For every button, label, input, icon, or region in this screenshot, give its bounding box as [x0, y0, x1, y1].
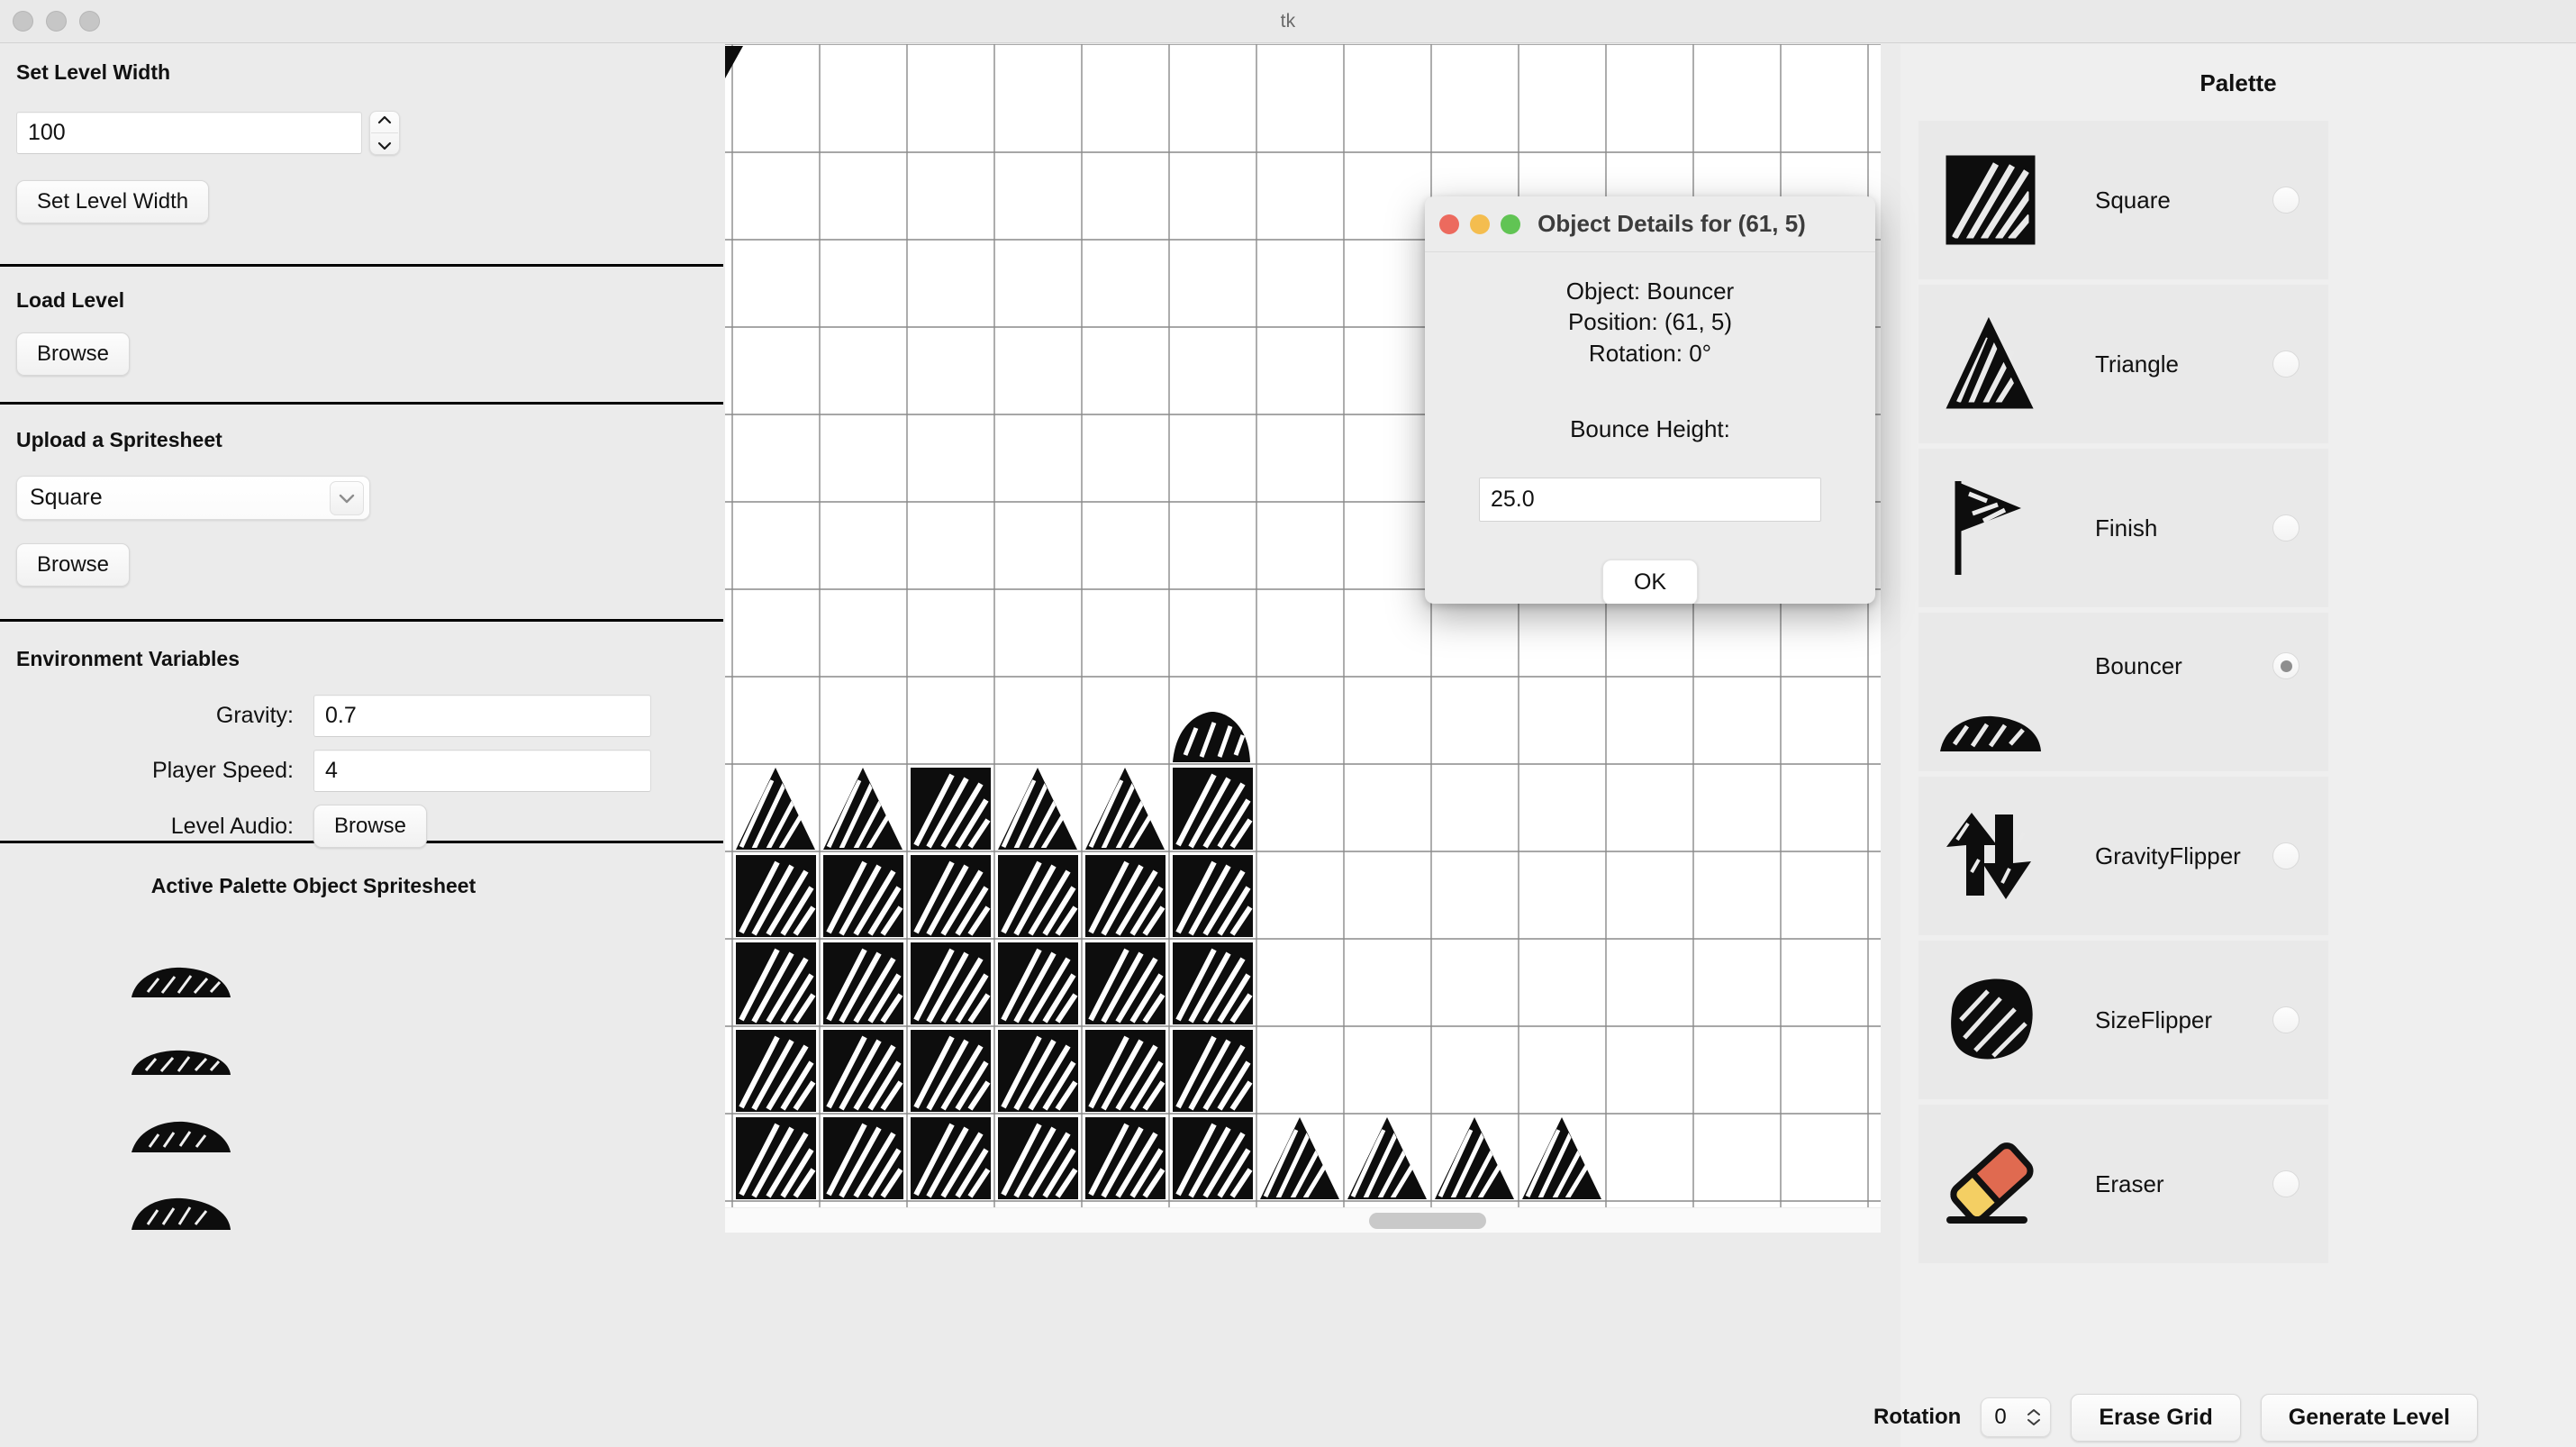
chevron-down-icon[interactable] [330, 481, 364, 515]
palette-item-eraser[interactable]: Eraser [1918, 1105, 2328, 1263]
dialog-position-line: Position: (61, 5) [1567, 308, 1733, 336]
palette-item-label: Square [2095, 186, 2171, 214]
palette-radio-bouncer[interactable] [2272, 652, 2299, 679]
bounce-height-label: Bounce Height: [1570, 414, 1730, 442]
env-row-level-audio: Level Audio: Browse [16, 805, 723, 848]
gravity-input[interactable] [313, 695, 651, 737]
window-titlebar: tk [0, 0, 2576, 43]
sketch-gravity-flipper-icon [1937, 793, 2045, 919]
dialog-close-button[interactable] [1439, 214, 1459, 234]
palette-item-gravityflipper[interactable]: GravityFlipper [1918, 777, 2328, 935]
palette-item-label: GravityFlipper [2095, 842, 2241, 869]
dialog-ok-button[interactable]: OK [1601, 559, 1699, 604]
dialog-body: Object: Bouncer Position: (61, 5) Rotati… [1425, 252, 1875, 604]
palette-radio-finish[interactable] [2272, 514, 2299, 541]
palette-item-triangle[interactable]: Triangle [1918, 285, 2328, 443]
palette-radio-sizeflipper[interactable] [2272, 1006, 2299, 1033]
spritesheet-selected-value: Square [30, 485, 103, 510]
spritesheet-browse-button[interactable]: Browse [16, 543, 131, 587]
palette-radio-eraser[interactable] [2272, 1170, 2299, 1197]
level-width-input[interactable] [16, 112, 362, 154]
chevron-up-icon [377, 116, 392, 124]
set-level-width-heading: Set Level Width [16, 60, 171, 84]
palette-title: Palette [2200, 69, 2277, 96]
rotation-label: Rotation [1873, 1405, 1962, 1429]
bouncer-frame-1-icon [132, 967, 231, 997]
palette-item-label: Eraser [2095, 1169, 2164, 1197]
section-load-level: Load Level Browse [0, 267, 723, 402]
load-level-heading: Load Level [16, 288, 125, 312]
bouncer-frame-3-icon [132, 1121, 231, 1152]
palette-item-label: SizeFlipper [2095, 1006, 2213, 1033]
bottom-toolbar: Rotation 0 Erase Grid Generate Level [1873, 1388, 2576, 1447]
spritesheet-select[interactable]: Square [16, 476, 370, 520]
sketch-finish-flag-icon [1937, 465, 2045, 591]
palette-radio-square[interactable] [2272, 187, 2299, 214]
chevron-down-icon[interactable] [2027, 1418, 2041, 1426]
environment-variables-heading: Environment Variables [16, 647, 240, 670]
chevron-down-icon [377, 141, 392, 150]
rotation-value: 0 [1994, 1405, 2007, 1429]
active-spritesheet-heading: Active Palette Object Spritesheet [150, 874, 476, 897]
palette-item-label: Finish [2095, 514, 2158, 541]
eraser-icon [1937, 1121, 2045, 1247]
sketch-square-icon [1937, 137, 2045, 263]
palette-item-square[interactable]: Square [1918, 121, 2328, 279]
section-environment-variables: Environment Variables Gravity: Player Sp… [0, 622, 723, 848]
player-speed-label: Player Speed: [151, 758, 294, 783]
left-sidebar: Set Level Width Set Level Width Load Lev… [0, 44, 723, 1447]
canvas-horizontal-scrollbar[interactable] [725, 1207, 1881, 1233]
dialog-object-line: Object: Bouncer [1565, 278, 1735, 305]
player-speed-input[interactable] [313, 750, 651, 792]
dialog-minimize-button[interactable] [1470, 214, 1490, 234]
palette-item-label: Triangle [2095, 350, 2179, 378]
erase-grid-button[interactable]: Erase Grid [2071, 1393, 2241, 1442]
palette-item-finish[interactable]: Finish [1918, 449, 2328, 607]
env-row-gravity: Gravity: [16, 695, 723, 737]
level-audio-browse-button[interactable]: Browse [313, 805, 428, 848]
object-details-dialog: Object Details for (61, 5) Object: Bounc… [1425, 196, 1875, 604]
palette-radio-triangle[interactable] [2272, 350, 2299, 378]
set-level-width-button[interactable]: Set Level Width [16, 180, 210, 223]
rotation-stepper[interactable]: 0 [1981, 1397, 2052, 1437]
palette-radio-gravityflipper[interactable] [2272, 842, 2299, 869]
level-width-stepper[interactable] [369, 111, 400, 155]
chevron-up-icon[interactable] [2027, 1408, 2041, 1416]
window-minimize-button[interactable] [46, 11, 67, 32]
application-window: tk Set Level Width Set Level Width Load … [0, 0, 2576, 1447]
palette-panel: Palette Square Triangle Finish Bouncer G… [1900, 44, 2576, 1447]
window-title: tk [1280, 10, 1296, 32]
level-audio-label: Level Audio: [170, 813, 294, 839]
window-close-button[interactable] [13, 11, 33, 32]
env-row-player-speed: Player Speed: [16, 750, 723, 792]
sketch-triangle-icon [1937, 301, 2045, 427]
window-maximize-button[interactable] [79, 11, 100, 32]
generate-level-button[interactable]: Generate Level [2260, 1393, 2479, 1442]
section-active-spritesheet: Active Palette Object Spritesheet [0, 843, 723, 1233]
palette-item-bouncer[interactable]: Bouncer [1918, 613, 2328, 771]
window-traffic-lights [13, 11, 100, 32]
scrollbar-thumb[interactable] [1369, 1213, 1486, 1229]
sketch-size-flipper-icon [1937, 957, 2045, 1083]
gravity-label: Gravity: [215, 703, 294, 728]
rotation-spinner-arrows[interactable] [2027, 1408, 2041, 1426]
dialog-maximize-button[interactable] [1501, 214, 1520, 234]
section-set-level-width: Set Level Width Set Level Width [0, 44, 723, 264]
upload-spritesheet-heading: Upload a Spritesheet [16, 428, 222, 451]
bounce-height-input[interactable]: 25.0 [1479, 477, 1821, 522]
load-level-browse-button[interactable]: Browse [16, 332, 131, 376]
palette-item-sizeflipper[interactable]: SizeFlipper [1918, 941, 2328, 1099]
section-upload-spritesheet: Upload a Spritesheet Square Browse [0, 405, 723, 619]
dialog-rotation-line: Rotation: 0° [1588, 339, 1712, 367]
palette-list: Square Triangle Finish Bouncer GravityFl… [1918, 121, 2328, 1263]
bouncer-frame-2-icon [132, 1050, 231, 1075]
dialog-traffic-lights [1439, 214, 1520, 234]
bouncer-frame-4-icon [132, 1197, 231, 1230]
dialog-titlebar: Object Details for (61, 5) [1425, 196, 1875, 252]
sketch-bouncer-icon [1937, 629, 2045, 755]
palette-item-label: Bouncer [2095, 652, 2182, 679]
